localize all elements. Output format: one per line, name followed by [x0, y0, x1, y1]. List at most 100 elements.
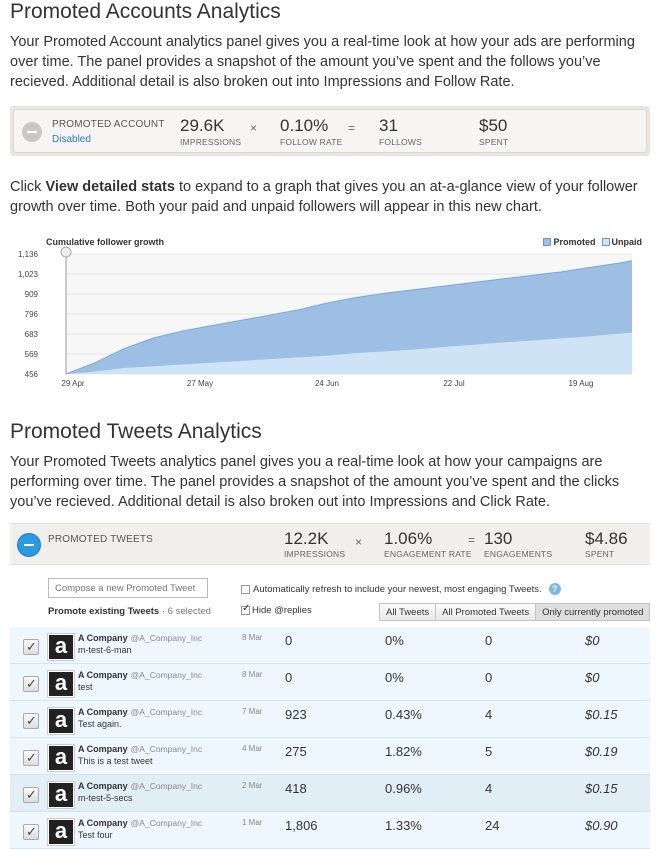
promote-existing-heading: Promote existing Tweets · 6 selected [48, 606, 211, 617]
tweet-impressions: 923 [285, 707, 307, 722]
y-tick-label: 1,136 [18, 250, 39, 259]
impressions-value: 29.6K [180, 116, 225, 135]
tweet-row[interactable]: a A Company@A_Company_Inc Test again. 7 … [10, 701, 650, 738]
tweet-engagements: 5 [485, 744, 493, 759]
tweet-date: 1 Mar [242, 818, 263, 827]
avatar: a [47, 744, 75, 772]
tweet-impressions: 1,806 [285, 818, 318, 833]
page: Promoted Accounts Analytics Your Promote… [0, 0, 671, 849]
tweet-select-checkbox[interactable] [23, 750, 39, 766]
filter-all-tweets-button[interactable]: All Tweets [379, 603, 437, 621]
follows-label: FOLLOWS [379, 137, 422, 147]
tweet-engagements: 4 [485, 707, 493, 722]
tweet-author: A Company @A_Company_Inc [78, 818, 202, 828]
avatar: a [47, 707, 75, 735]
tweet-engagement-rate: 1.33% [385, 818, 422, 833]
tweet-text: Test again. [78, 719, 122, 729]
y-tick-label: 456 [25, 370, 39, 379]
author-handle[interactable]: @A_Company_Inc [131, 744, 202, 754]
view-detailed-stats-text: View detailed stats [45, 179, 175, 195]
y-tick-label: 1,023 [18, 270, 39, 279]
tweet-row[interactable]: a A Company@A_Company_Inc test 8 Mar 0 0… [10, 664, 650, 701]
author-handle[interactable]: @A_Company_Inc [131, 818, 202, 828]
tweet-spent: $0.15 [585, 781, 618, 796]
tweet-select-checkbox[interactable] [23, 824, 39, 840]
avatar: a [47, 670, 75, 698]
tweet-date: 4 Mar [242, 744, 263, 753]
equals-operator: = [468, 533, 476, 547]
auto-refresh-option: Automatically refresh to include your ne… [241, 583, 561, 595]
promoted-account-inner: PROMOTED ACCOUNT Disabled 29.6K IMPRESSI… [13, 109, 647, 153]
avatar: a [47, 781, 75, 809]
follows-value: 31 [379, 116, 398, 135]
engagements-value: 130 [484, 529, 513, 548]
spent-value: $50 [479, 116, 508, 135]
impressions-label: IMPRESSIONS [180, 137, 242, 147]
hide-replies-checkbox[interactable] [241, 603, 250, 615]
promote-existing-label: Promote existing Tweets [48, 606, 160, 617]
author-handle[interactable]: @A_Company_Inc [131, 707, 202, 717]
hide-replies-label: Hide @replies [252, 605, 312, 616]
tweet-impressions: 0 [285, 670, 293, 685]
author-name: A Company [78, 781, 128, 791]
selected-count: · 6 selected [159, 606, 211, 617]
tweet-text: Test four [78, 830, 113, 840]
spent-label: SPENT [479, 137, 509, 147]
tweet-select-checkbox[interactable] [23, 787, 39, 803]
author-name: A Company [78, 707, 128, 717]
equals-operator: = [348, 121, 356, 135]
times-operator: × [250, 121, 258, 135]
promoted-tweets-header: PROMOTED TWEETS 12.2K IMPRESSIONS × 1.06… [10, 523, 650, 565]
section-title-promoted-tweets: Promoted Tweets Analytics [10, 420, 262, 443]
times-operator: × [355, 535, 363, 549]
tweet-row[interactable]: a A Company@A_Company_Inc This is a test… [10, 738, 650, 775]
tweet-text: test [78, 682, 93, 692]
tweet-row[interactable]: a A Company@A_Company_Inc m-test-6-man 8… [10, 627, 650, 664]
avatar: a [47, 818, 75, 846]
auto-refresh-checkbox[interactable] [241, 584, 250, 594]
author-name: A Company [78, 744, 128, 754]
follow-rate-label: FOLLOW RATE [280, 137, 343, 147]
annotation-marker-icon [60, 246, 72, 258]
collapse-toggle-icon[interactable] [22, 122, 42, 142]
tweet-author: A Company @A_Company_Inc [78, 744, 202, 754]
tweet-engagement-rate: 0% [385, 633, 404, 648]
tweet-select-checkbox[interactable] [23, 713, 39, 729]
tweet-engagement-rate: 0% [385, 670, 404, 685]
tweet-engagement-rate: 0.96% [385, 781, 422, 796]
help-icon[interactable]: ? [548, 583, 561, 595]
auto-refresh-label: Automatically refresh to include your ne… [253, 583, 542, 595]
filter-all-promoted-button[interactable]: All Promoted Tweets [435, 603, 537, 621]
collapse-toggle-icon[interactable] [17, 533, 41, 557]
compose-tweet-input[interactable] [48, 578, 208, 598]
author-handle[interactable]: @A_Company_Inc [131, 781, 202, 791]
tweet-select-checkbox[interactable] [23, 676, 39, 692]
x-tick-label: 22 Jul [443, 379, 465, 388]
tweet-row[interactable]: a A Company@A_Company_Inc Test four 1 Ma… [10, 812, 650, 849]
tweets-impressions-label: IMPRESSIONS [284, 549, 346, 559]
promoted-account-panel: PROMOTED ACCOUNT Disabled 29.6K IMPRESSI… [10, 106, 650, 156]
section-title-promoted-accounts: Promoted Accounts Analytics [10, 0, 281, 23]
tweets-impressions-value: 12.2K [284, 529, 329, 548]
follower-growth-chart: Cumulative follower growth Promoted Unpa… [10, 236, 660, 394]
account-status-link[interactable]: Disabled [52, 134, 91, 145]
x-tick-label: 27 May [187, 379, 213, 388]
tweet-filter-group: All Tweets All Promoted Tweets Only curr… [379, 603, 651, 621]
author-handle[interactable]: @A_Company_Inc [131, 670, 202, 680]
x-tick-label: 19 Aug [569, 379, 594, 388]
x-tick-label: 24 Jun [315, 379, 339, 388]
tweet-engagements: 0 [485, 633, 493, 648]
filter-currently-promoted-button[interactable]: Only currently promoted [535, 603, 651, 621]
tweet-row[interactable]: a A Company@A_Company_Inc m-test-5-secs … [10, 775, 650, 812]
tweet-impressions: 0 [285, 633, 293, 648]
y-tick-label: 909 [25, 290, 39, 299]
hide-replies-option: Hide @replies [241, 603, 312, 616]
author-handle[interactable]: @A_Company_Inc [131, 633, 202, 643]
tweet-spent: $0.19 [585, 744, 618, 759]
promoted-tweets-label: PROMOTED TWEETS [48, 534, 154, 545]
tweet-text: m-test-6-man [78, 645, 132, 655]
body-prefix: Click [10, 179, 46, 195]
y-tick-label: 796 [25, 310, 39, 319]
tweet-select-checkbox[interactable] [23, 639, 39, 655]
author-name: A Company [78, 670, 128, 680]
